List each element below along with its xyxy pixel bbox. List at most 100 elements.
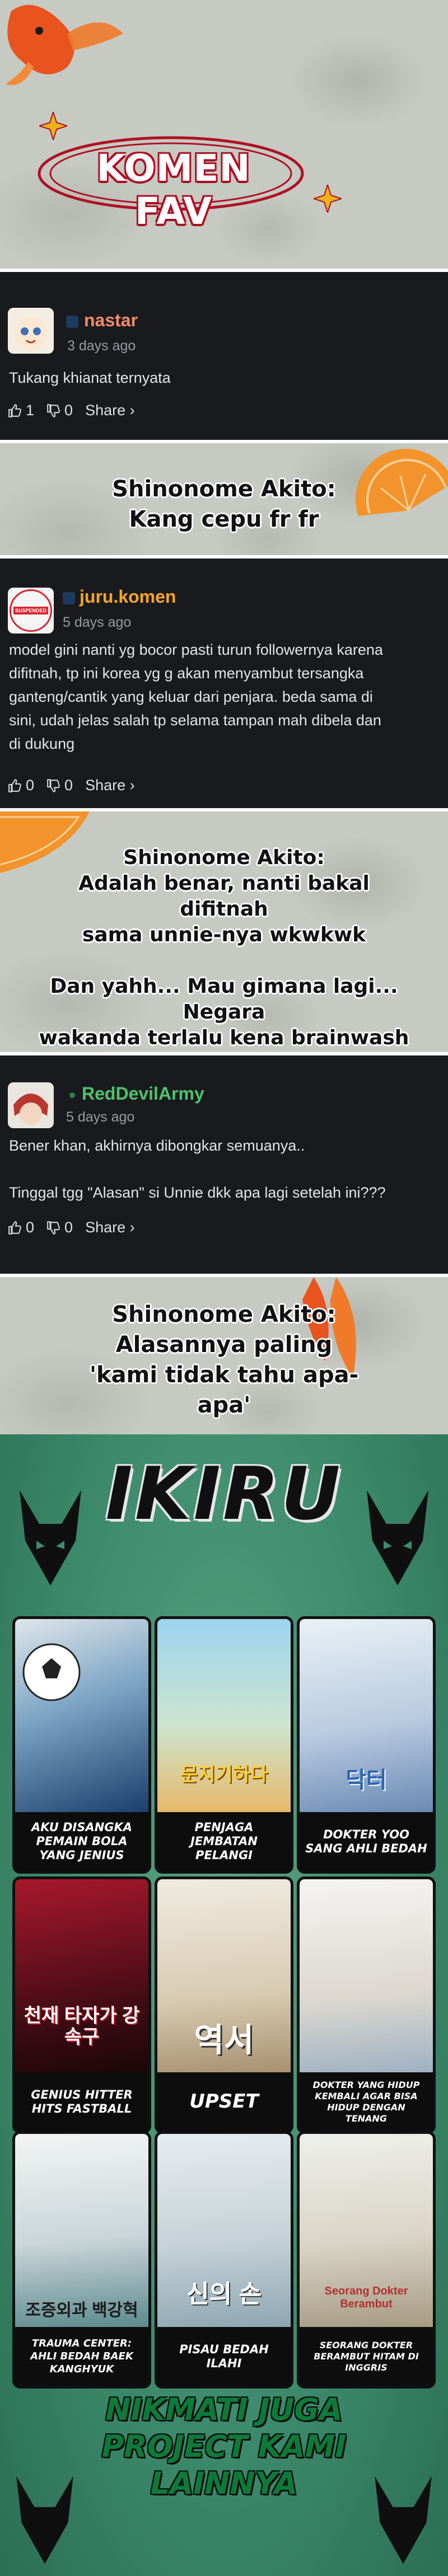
dislike-count: 0 bbox=[64, 402, 73, 419]
thumbs-down-icon bbox=[47, 778, 60, 792]
suspended-stamp-icon: SUSPENDED bbox=[10, 589, 52, 632]
tile-title: DOKTER YANG HIDUP KEMBALI AGAR BISA HIDU… bbox=[300, 2072, 433, 2131]
thumbs-down-icon bbox=[47, 1221, 60, 1235]
share-button[interactable]: Share › bbox=[85, 402, 135, 419]
reply-line: Shinonome Akito: bbox=[123, 846, 325, 869]
cover-art: 문지기하다 bbox=[157, 1619, 291, 1812]
series-tile[interactable]: AKU DISANGKA PEMAIN BOLA YANG JENIUS bbox=[12, 1616, 151, 1874]
share-button[interactable]: Share › bbox=[85, 777, 135, 794]
share-button[interactable]: Share › bbox=[85, 1219, 135, 1236]
timestamp: 5 days ago bbox=[66, 1109, 135, 1125]
series-tile[interactable]: 닥터 DOKTER YOO SANG AHLI BEDAH bbox=[297, 1616, 436, 1874]
reply-line: Shinonome Akito: bbox=[112, 476, 336, 502]
like-count: 1 bbox=[26, 402, 35, 419]
thumbs-up-icon bbox=[8, 403, 21, 417]
cover-art: 역서 bbox=[157, 1879, 291, 2072]
cover-art bbox=[15, 1619, 148, 1812]
series-tile[interactable]: 역서 UPSET bbox=[155, 1876, 293, 2134]
ikiru-poster: IKIRU AKU DISANGKA PEMAIN BOLA YANG JENI… bbox=[0, 1434, 448, 2576]
anime-character-avatar-icon bbox=[13, 1094, 48, 1125]
comment-line: difitnah, tp ini korea yg g akan menyamb… bbox=[9, 665, 364, 682]
like-button[interactable]: 0 bbox=[8, 777, 34, 794]
comment-actions: 0 0 Share › bbox=[8, 1219, 147, 1236]
tile-title: AKU DISANGKA PEMAIN BOLA YANG JENIUS bbox=[15, 1812, 148, 1871]
promo-line: PROJECT KAMI bbox=[101, 2429, 347, 2464]
reply-panel: Shinonome Akito: Kang cepu fr fr bbox=[0, 443, 448, 555]
tile-title: SEORANG DOKTER BERAMBUT HITAM DI INGGRIS bbox=[300, 2327, 433, 2386]
like-button[interactable]: 1 bbox=[8, 402, 34, 419]
series-tile[interactable]: Seorang Dokter Berambut SEORANG DOKTER B… bbox=[297, 2131, 436, 2389]
tile-title: PENJAGA JEMBATAN PELANGI bbox=[157, 1812, 291, 1871]
series-tile[interactable]: 신의 손 PISAU BEDAH ILAHI bbox=[155, 2131, 293, 2389]
comment-line: Tinggal tgg "Alasan" si Unnie dkk apa la… bbox=[9, 1184, 386, 1201]
series-tile[interactable]: 천재 타자가 강속구 GENIUS HITTER HITS FASTBALL bbox=[12, 1876, 151, 2134]
cover-title-text: 문지기하다 bbox=[180, 1764, 268, 1785]
dislike-button[interactable]: 0 bbox=[46, 1219, 73, 1236]
reply-line: Dan yahh... Mau gimana lagi... Negara bbox=[50, 975, 398, 1024]
avatar[interactable] bbox=[8, 308, 54, 354]
jackal-mask-icon bbox=[16, 2476, 73, 2564]
comment-actions: 0 0 Share › bbox=[8, 777, 147, 794]
cover-art: 조증외과 백강혁 bbox=[15, 2134, 148, 2327]
comment-card: RedDevilArmy 5 days ago Bener khan, akhi… bbox=[0, 1055, 448, 1274]
comment-body: model gini nanti yg bocor pasti turun fo… bbox=[9, 638, 440, 756]
comment-line: model gini nanti yg bocor pasti turun fo… bbox=[9, 641, 383, 658]
reply-text: Shinonome Akito: Kang cepu fr fr bbox=[84, 474, 364, 534]
reply-text: Shinonome Akito: Adalah benar, nanti bak… bbox=[34, 845, 414, 1051]
brand-logo: IKIRU bbox=[105, 1451, 343, 1536]
username[interactable]: RedDevilArmy bbox=[82, 1083, 204, 1104]
timestamp: 5 days ago bbox=[63, 614, 132, 630]
page-title: KOMEN FAV bbox=[96, 147, 251, 233]
cover-art: Seorang Dokter Berambut bbox=[300, 2134, 433, 2327]
reply-line: sama unnie-nya wkwkwk bbox=[82, 923, 366, 946]
jackal-mask-icon bbox=[375, 2476, 432, 2564]
reply-line: Alasannya paling bbox=[115, 1332, 333, 1358]
comment-line: Bener khan, akhirnya dibongkar semuanya.… bbox=[9, 1137, 305, 1154]
header-banner: KOMEN FAV bbox=[0, 0, 448, 269]
comment-line: ganteng/cantik yang keluar dari penjara.… bbox=[9, 688, 373, 705]
reply-line: Kang cepu fr fr bbox=[129, 506, 319, 532]
promo-line: NIKMATI JUGA bbox=[105, 2392, 343, 2427]
reply-panel: Shinonome Akito: Adalah benar, nanti bak… bbox=[0, 811, 448, 1052]
comment-line: di dukung bbox=[9, 735, 75, 752]
like-count: 0 bbox=[26, 777, 35, 794]
series-tile[interactable]: DOKTER YANG HIDUP KEMBALI AGAR BISA HIDU… bbox=[297, 1876, 436, 2134]
tile-title: GENIUS HITTER HITS FASTBALL bbox=[15, 2072, 148, 2131]
reply-line: 'kami tidak tahu apa-apa' bbox=[89, 1362, 359, 1418]
thumbs-up-icon bbox=[8, 1221, 21, 1235]
tile-title: PISAU BEDAH ILAHI bbox=[157, 2327, 291, 2386]
like-count: 0 bbox=[26, 1219, 35, 1236]
dislike-button[interactable]: 0 bbox=[46, 777, 73, 794]
reply-line bbox=[34, 948, 414, 974]
cover-title-text: 천재 타자가 강속구 bbox=[24, 2005, 140, 2048]
timestamp: 3 days ago bbox=[67, 338, 136, 354]
avatar[interactable]: SUSPENDED bbox=[8, 588, 54, 634]
cover-art: 천재 타자가 강속구 bbox=[15, 1879, 148, 2072]
user-badge-icon bbox=[66, 316, 78, 328]
reply-panel: Shinonome Akito: Alasannya paling 'kami … bbox=[0, 1277, 448, 1434]
cover-title-text: 조증외과 백강혁 bbox=[25, 2301, 138, 2320]
like-button[interactable]: 0 bbox=[8, 1219, 34, 1236]
username[interactable]: nastar bbox=[84, 310, 138, 331]
cover-title-text: 닥터 bbox=[346, 1768, 387, 1793]
username[interactable]: juru.komen bbox=[80, 586, 176, 607]
cover-title-text: 역서 bbox=[194, 2022, 254, 2058]
comment-card: nastar 3 days ago Tukang khianat ternyat… bbox=[0, 272, 448, 440]
cover-art bbox=[300, 1879, 433, 2072]
comment-line: sini, udah jelas salah tp selama tampan … bbox=[9, 712, 381, 729]
series-tile[interactable]: 조증외과 백강혁 TRAUMA CENTER: AHLI BEDAH BAEK … bbox=[12, 2131, 151, 2389]
dislike-button[interactable]: 0 bbox=[46, 402, 73, 419]
reply-line: wakanda terlalu kena brainwash bbox=[39, 1026, 409, 1049]
tile-title: DOKTER YOO SANG AHLI BEDAH bbox=[300, 1812, 433, 1871]
comment-body: Bener khan, akhirnya dibongkar semuanya.… bbox=[9, 1134, 440, 1204]
series-tile[interactable]: 문지기하다 PENJAGA JEMBATAN PELANGI bbox=[155, 1616, 293, 1874]
cover-art: 닥터 bbox=[300, 1619, 433, 1812]
cute-face-avatar-icon bbox=[14, 317, 48, 350]
avatar[interactable] bbox=[8, 1082, 54, 1128]
thumbs-up-icon bbox=[8, 778, 21, 792]
soccer-ball-icon bbox=[22, 1643, 81, 1701]
reply-line: Shinonome Akito: bbox=[112, 1302, 336, 1327]
comment-line: Tukang khianat ternyata bbox=[9, 369, 171, 386]
avatar-stamp-text: SUSPENDED bbox=[13, 607, 48, 614]
cover-title-text: 신의 손 bbox=[186, 2281, 262, 2308]
